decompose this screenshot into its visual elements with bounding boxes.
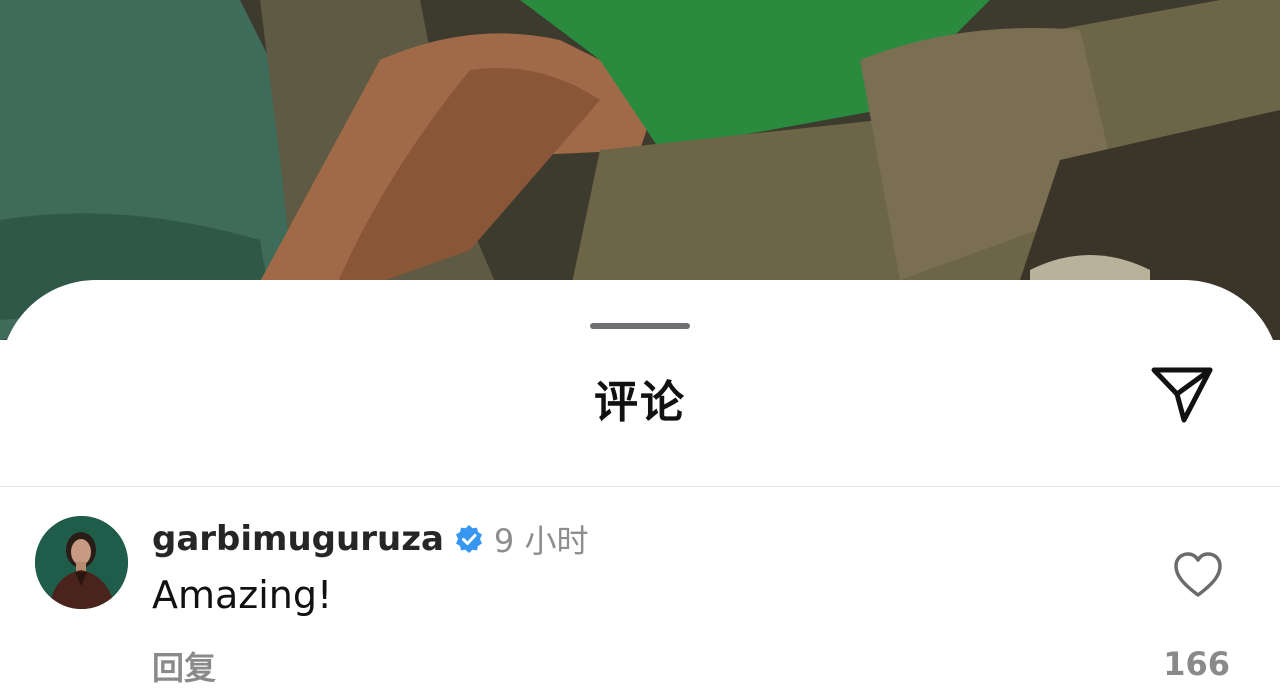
comment-timestamp: 9 小时	[493, 522, 589, 560]
comments-screen: 评论 garbimuguruza 9 小时 Amazing! 回复 166	[0, 0, 1280, 698]
sheet-title: 评论	[594, 377, 686, 428]
comment-item: garbimuguruza 9 小时 Amazing! 回复 166	[0, 487, 1280, 698]
send-icon	[1151, 367, 1213, 423]
comments-sheet: 评论 garbimuguruza 9 小时 Amazing! 回复 166	[0, 280, 1280, 698]
heart-icon	[1174, 552, 1222, 597]
comment-text: Amazing!	[152, 573, 333, 617]
like-button[interactable]	[1172, 551, 1224, 599]
like-count: 166	[1163, 645, 1230, 683]
comment-username[interactable]: garbimuguruza	[152, 519, 444, 559]
comment-meta: garbimuguruza 9 小时	[152, 519, 589, 560]
verified-badge-icon	[454, 524, 484, 554]
send-button[interactable]	[1146, 362, 1218, 426]
sheet-grabber-handle[interactable]	[590, 323, 690, 329]
reply-button[interactable]: 回复	[152, 643, 216, 689]
avatar[interactable]	[35, 516, 128, 609]
